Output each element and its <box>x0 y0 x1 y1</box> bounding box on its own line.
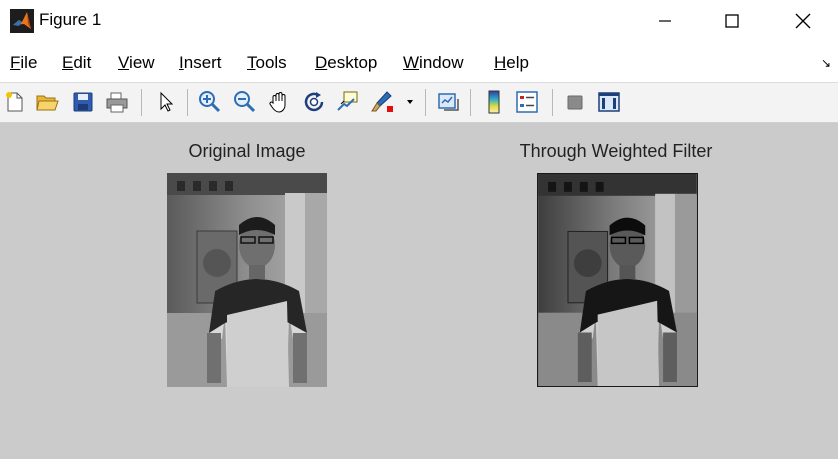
dock-figure-button[interactable]: ↘ <box>821 56 831 70</box>
menu-tools[interactable]: Tools <box>247 53 287 73</box>
maximize-button[interactable] <box>709 0 755 42</box>
matlab-logo-icon <box>10 9 34 33</box>
zoom-in-icon[interactable] <box>197 89 223 115</box>
menu-window[interactable]: Window <box>403 53 463 73</box>
filtered-image <box>537 173 698 387</box>
window-title: Figure 1 <box>39 10 102 29</box>
menu-view[interactable]: View <box>118 53 155 73</box>
toolbar-separator <box>552 89 553 116</box>
legend-icon[interactable] <box>514 89 540 115</box>
axes-1-title: Original Image <box>188 141 306 161</box>
open-file-icon[interactable] <box>34 89 60 115</box>
pan-icon[interactable] <box>266 89 292 115</box>
link-plot-icon[interactable] <box>435 89 461 115</box>
toolbar-separator <box>187 89 188 116</box>
minimize-button[interactable] <box>642 0 688 42</box>
brush-dropdown-chevron-down-icon[interactable] <box>400 89 420 115</box>
menu-file[interactable]: File <box>10 53 37 73</box>
menu-bar: File Edit View Insert Tools Desktop Wind… <box>0 42 838 83</box>
toolbar-separator <box>470 89 471 116</box>
menu-insert[interactable]: Insert <box>179 53 222 73</box>
close-button[interactable] <box>780 0 826 42</box>
zoom-out-icon[interactable] <box>232 89 258 115</box>
menu-edit[interactable]: Edit <box>62 53 91 73</box>
data-cursor-icon[interactable] <box>334 89 360 115</box>
hide-plot-tools-icon[interactable] <box>562 89 588 115</box>
toolbar <box>0 83 838 123</box>
brush-icon[interactable] <box>370 89 396 115</box>
toolbar-separator <box>425 89 426 116</box>
show-plot-tools-icon[interactable] <box>596 89 622 115</box>
new-figure-icon[interactable] <box>2 89 28 115</box>
toolbar-separator <box>141 89 142 116</box>
title-bar: Figure 1 <box>0 0 838 42</box>
figure-canvas[interactable]: Original Image Through Weighted Filter <box>0 123 838 459</box>
axes-2-title: Through Weighted Filter <box>519 141 713 161</box>
save-icon[interactable] <box>70 89 96 115</box>
original-image <box>167 173 327 387</box>
menu-help[interactable]: Help <box>494 53 529 73</box>
colorbar-icon[interactable] <box>481 89 507 115</box>
print-icon[interactable] <box>104 89 130 115</box>
rotate-3d-icon[interactable] <box>301 89 327 115</box>
menu-desktop[interactable]: Desktop <box>315 53 377 73</box>
edit-plot-icon[interactable] <box>153 89 179 115</box>
